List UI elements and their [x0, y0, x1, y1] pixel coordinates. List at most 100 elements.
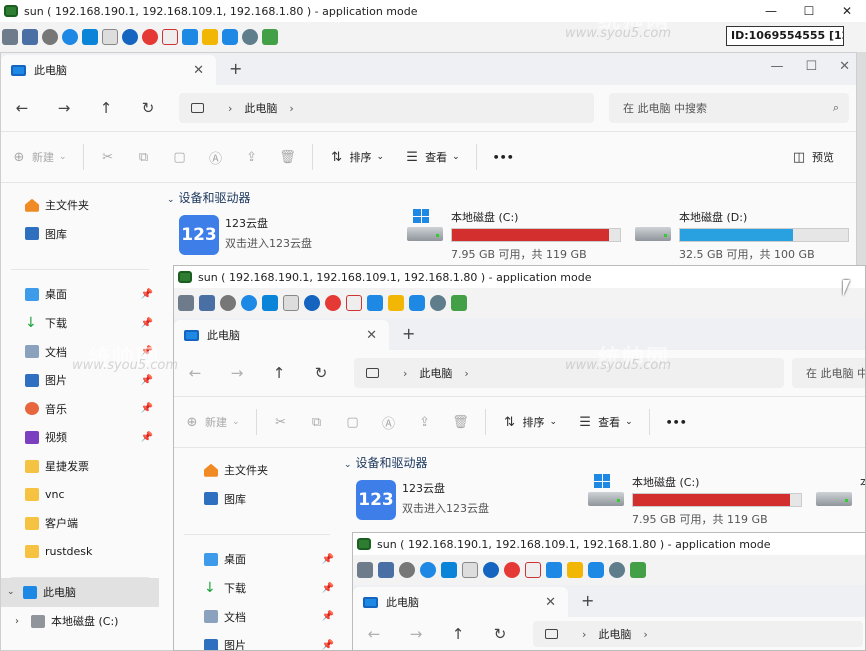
section-header[interactable]: ⌄ 设备和驱动器 — [344, 454, 428, 471]
refresh-icon[interactable]: ↻ — [127, 99, 169, 117]
refresh-icon[interactable] — [241, 295, 257, 311]
fullscreen-icon[interactable] — [22, 29, 38, 45]
chevron-right-icon[interactable]: › — [15, 616, 31, 627]
up-icon[interactable]: ↑ — [85, 99, 127, 117]
pin-icon[interactable]: 📌 — [322, 611, 334, 622]
back-icon[interactable]: ← — [174, 364, 216, 382]
tab-this-pc[interactable]: 此电脑 ✕ — [174, 320, 389, 350]
pin-icon[interactable]: 📌 — [141, 375, 153, 386]
pin-icon[interactable] — [609, 562, 625, 578]
chat-icon[interactable] — [451, 295, 467, 311]
windows-icon[interactable] — [262, 295, 278, 311]
search-box[interactable]: 在 此电脑 中 — [792, 358, 865, 388]
file-transfer-icon[interactable] — [346, 295, 362, 311]
cut-button[interactable]: ✂ — [90, 149, 126, 165]
sort-button[interactable]: ⇅ 排序 ⌄ — [319, 149, 395, 165]
pin-icon[interactable]: 📌 — [322, 554, 334, 565]
ctrl-alt-del-icon[interactable] — [357, 562, 373, 578]
sidebar-item-desktop[interactable]: 桌面 📌 — [1, 280, 159, 309]
clipboard-icon[interactable] — [462, 562, 478, 578]
more-button[interactable]: ••• — [483, 151, 524, 164]
new-button[interactable]: ⊕ 新建 ⌄ — [1, 149, 77, 165]
clipboard-icon[interactable] — [283, 295, 299, 311]
windows-icon[interactable] — [441, 562, 457, 578]
sidebar-item-home[interactable]: 主文件夹 — [174, 456, 340, 485]
drive-c[interactable]: 本地磁盘 (C:) 7.95 GB 可用，共 119 GB — [407, 209, 621, 262]
sidebar-item-this-pc[interactable]: ⌄ 此电脑 — [1, 578, 159, 607]
sidebar-item-downloads[interactable]: ↓ 下载 📌 — [1, 309, 159, 338]
drive-c[interactable]: 本地磁盘 (C:) 7.95 GB 可用，共 119 GB — [588, 474, 802, 527]
sidebar-item-pictures[interactable]: 图片 📌 — [174, 631, 340, 650]
pin-icon[interactable] — [242, 29, 258, 45]
chat-icon[interactable] — [630, 562, 646, 578]
tab-this-pc[interactable]: 此电脑 ✕ — [1, 55, 216, 85]
sidebar-item-folder-client[interactable]: 客户端 — [1, 509, 159, 538]
settings-gear-icon[interactable] — [399, 562, 415, 578]
refresh-icon[interactable]: ↻ — [300, 364, 342, 382]
search-box[interactable]: 在 此电脑 中搜索 ⌕ — [609, 93, 849, 123]
new-tab-button[interactable]: + — [402, 324, 415, 343]
share-button[interactable]: ⇪ — [407, 414, 443, 430]
app-123pan[interactable]: 123 123云盘 双击进入123云盘 — [356, 480, 489, 520]
delete-button[interactable]: 🗑 — [443, 414, 479, 430]
sidebar-item-home[interactable]: 主文件夹 — [1, 191, 159, 220]
pin-icon[interactable] — [430, 295, 446, 311]
pin-icon[interactable]: 📌 — [322, 640, 334, 650]
ctrl-alt-del-icon[interactable] — [178, 295, 194, 311]
view-button[interactable]: ☰ 查看 ⌄ — [567, 414, 643, 430]
folder-icon[interactable] — [388, 295, 404, 311]
monitor-icon[interactable] — [182, 29, 198, 45]
paste-button[interactable]: ▢ — [162, 149, 198, 165]
disconnect-icon[interactable] — [142, 29, 158, 45]
sidebar-item-gallery[interactable]: 图库 — [174, 485, 340, 514]
chevron-down-icon[interactable]: ⌄ — [7, 587, 23, 597]
sidebar-item-folder-vnc[interactable]: vnc — [1, 480, 159, 509]
paste-button[interactable]: ▢ — [335, 414, 371, 430]
delete-button[interactable]: 🗑 — [270, 149, 306, 165]
app-123pan[interactable]: 123 123云盘 双击进入123云盘 — [179, 215, 312, 255]
info-icon[interactable] — [304, 295, 320, 311]
rename-button[interactable]: Ⓐ — [198, 149, 234, 167]
maximize-button[interactable]: ☐ — [790, 4, 828, 18]
back-icon[interactable]: ← — [1, 99, 43, 117]
more-button[interactable]: ••• — [656, 416, 697, 429]
section-header[interactable]: ⌄ 设备和驱动器 — [167, 189, 251, 206]
close-button[interactable]: ✕ — [839, 59, 850, 74]
windows-icon[interactable] — [82, 29, 98, 45]
sidebar-item-videos[interactable]: 视频 📌 — [1, 423, 159, 452]
address-bar[interactable]: › 此电脑 › — [533, 621, 863, 647]
minimize-button[interactable]: — — [770, 59, 783, 74]
refresh-icon[interactable] — [420, 562, 436, 578]
up-icon[interactable]: ↑ — [437, 625, 479, 643]
preview-button[interactable]: ◫ 预览 — [781, 149, 844, 165]
up-icon[interactable]: ↑ — [258, 364, 300, 382]
sidebar-item-folder-rustdesk[interactable]: rustdesk — [1, 538, 159, 567]
disconnect-icon[interactable] — [504, 562, 520, 578]
sort-button[interactable]: ⇅ 排序 ⌄ — [492, 414, 568, 430]
drive-d[interactable]: 本地磁盘 (D:) 32.5 GB 可用，共 100 GB — [635, 209, 849, 262]
file-transfer-icon[interactable] — [162, 29, 178, 45]
rename-button[interactable]: Ⓐ — [371, 414, 407, 432]
maximize-button[interactable]: ☐ — [805, 59, 817, 74]
screenshot-icon[interactable] — [409, 295, 425, 311]
folder-icon[interactable] — [202, 29, 218, 45]
close-button[interactable]: ✕ — [828, 4, 866, 18]
sidebar-item-folder-invoice[interactable]: 星捷发票 — [1, 452, 159, 481]
monitor-icon[interactable] — [367, 295, 383, 311]
forward-icon[interactable]: → — [43, 99, 85, 117]
forward-icon[interactable]: → — [395, 625, 437, 643]
file-transfer-icon[interactable] — [525, 562, 541, 578]
chat-icon[interactable] — [262, 29, 278, 45]
ctrl-alt-del-icon[interactable] — [2, 29, 18, 45]
minimize-button[interactable]: — — [752, 4, 790, 18]
sidebar-item-gallery[interactable]: 图库 — [1, 220, 159, 249]
tab-close-icon[interactable]: ✕ — [545, 595, 556, 610]
sidebar-item-c-drive[interactable]: › 本地磁盘 (C:) — [1, 607, 159, 636]
refresh-icon[interactable]: ↻ — [479, 625, 521, 643]
pin-icon[interactable]: 📌 — [141, 432, 153, 443]
sidebar-item-documents[interactable]: 文档 📌 — [174, 602, 340, 631]
pin-icon[interactable]: 📌 — [141, 318, 153, 329]
sidebar-item-music[interactable]: 音乐 📌 — [1, 395, 159, 424]
fullscreen-icon[interactable] — [199, 295, 215, 311]
address-bar[interactable]: › 此电脑 › — [179, 93, 594, 123]
